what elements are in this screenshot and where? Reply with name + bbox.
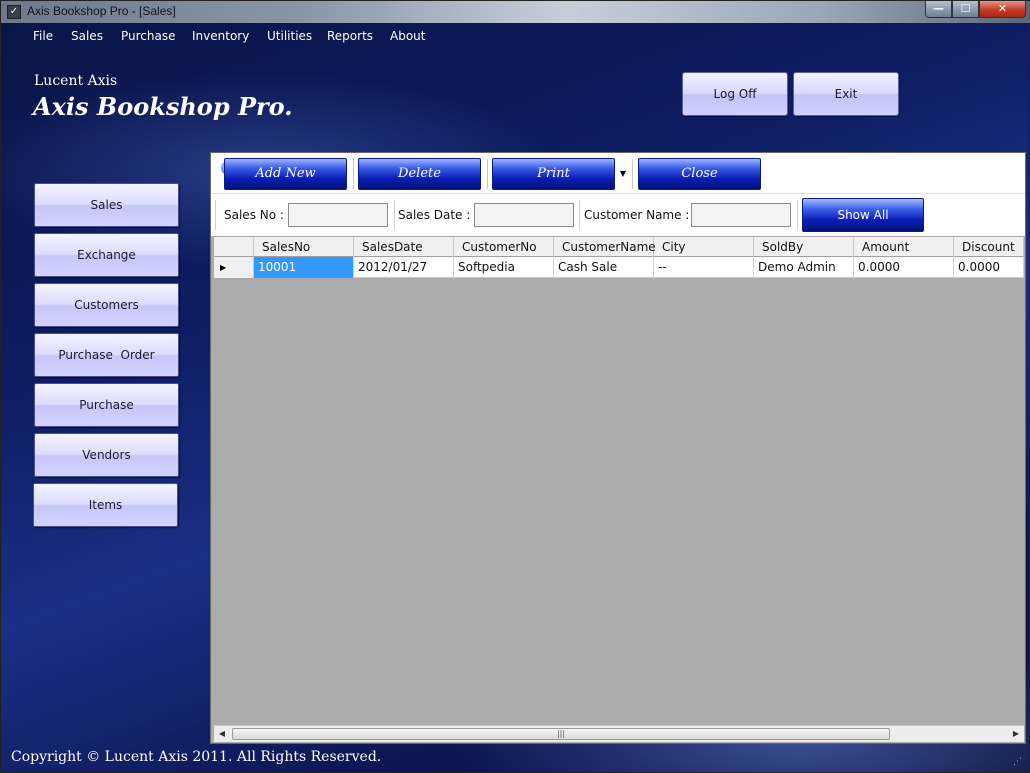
customer-name-input[interactable]	[691, 203, 791, 227]
sales-toolbar: i Add New Delete Print ▼ Close	[211, 153, 1025, 194]
sales-no-label: Sales No :	[224, 208, 284, 222]
cell-amount[interactable]: 0.0000	[854, 257, 954, 278]
sidebar-item-vendors[interactable]: Vendors	[34, 433, 179, 477]
cell-discount[interactable]: 0.0000	[954, 257, 1024, 278]
title-bar: ✓ Axis Bookshop Pro - [Sales] — ☐ ✕	[1, 1, 1030, 23]
filter-separator	[394, 200, 395, 230]
menu-file[interactable]: File	[33, 29, 53, 43]
sales-date-input[interactable]	[474, 203, 574, 227]
exit-button[interactable]: Exit	[793, 72, 899, 116]
sidebar-item-purchase-order[interactable]: Purchase Order	[34, 333, 179, 377]
menu-inventory[interactable]: Inventory	[192, 29, 249, 43]
customer-name-label: Customer Name :	[584, 208, 690, 222]
sidebar-item-sales[interactable]: Sales	[34, 183, 179, 227]
column-header-city[interactable]: City	[654, 237, 754, 257]
filter-separator	[579, 200, 580, 230]
cell-city[interactable]: --	[654, 257, 754, 278]
menu-about[interactable]: About	[390, 29, 425, 43]
filter-separator	[215, 200, 216, 230]
column-header-salesdate[interactable]: SalesDate	[354, 237, 454, 257]
cell-soldby[interactable]: Demo Admin	[754, 257, 854, 278]
log-off-button[interactable]: Log Off	[682, 72, 788, 116]
scroll-left-icon[interactable]: ◀	[214, 726, 230, 742]
sales-panel: i Add New Delete Print ▼ Close Sales No …	[210, 152, 1026, 744]
column-header-salesno[interactable]: SalesNo	[254, 237, 354, 257]
grid-corner	[214, 237, 254, 257]
delete-button[interactable]: Delete	[358, 158, 481, 190]
minimize-button[interactable]: —	[925, 1, 952, 18]
sidebar-item-exchange[interactable]: Exchange	[34, 233, 179, 277]
scrollbar-thumb[interactable]: |||	[232, 728, 890, 740]
add-new-button[interactable]: Add New	[224, 158, 347, 190]
scroll-right-icon[interactable]: ▶	[1008, 726, 1024, 742]
sales-no-input[interactable]	[288, 203, 388, 227]
grid-header: SalesNo SalesDate CustomerNo CustomerNam…	[214, 237, 1024, 257]
cell-salesno[interactable]: 10001	[254, 257, 354, 278]
filter-bar: Sales No : Sales Date : Customer Name : …	[211, 194, 1025, 236]
print-button[interactable]: Print	[492, 158, 615, 190]
sidebar-item-purchase[interactable]: Purchase	[34, 383, 179, 427]
row-indicator-icon[interactable]: ▶	[214, 257, 254, 278]
resize-grip-icon[interactable]: ⋰	[1013, 757, 1027, 771]
sales-date-label: Sales Date :	[398, 208, 471, 222]
app-window: ✓ Axis Bookshop Pro - [Sales] — ☐ ✕ File…	[0, 0, 1030, 773]
menu-reports[interactable]: Reports	[327, 29, 373, 43]
menu-utilities[interactable]: Utilities	[267, 29, 312, 43]
maximize-button[interactable]: ☐	[952, 1, 979, 18]
brand-product: Axis Bookshop Pro.	[33, 92, 293, 121]
column-header-soldby[interactable]: SoldBy	[754, 237, 854, 257]
cell-salesdate[interactable]: 2012/01/27	[354, 257, 454, 278]
close-window-button[interactable]: ✕	[979, 1, 1026, 18]
app-icon: ✓	[7, 5, 21, 19]
menu-purchase[interactable]: Purchase	[121, 29, 176, 43]
horizontal-scrollbar[interactable]: ◀ ||| ▶	[214, 725, 1024, 742]
column-header-customername[interactable]: CustomerName	[554, 237, 656, 257]
filter-separator	[797, 200, 798, 230]
toolbar-separator	[487, 159, 488, 189]
column-header-discount[interactable]: Discount	[954, 237, 1024, 257]
close-button[interactable]: Close	[638, 158, 761, 190]
toolbar-separator	[353, 159, 354, 189]
sidebar-item-customers[interactable]: Customers	[34, 283, 179, 327]
brand-company: Lucent Axis	[34, 73, 118, 89]
menu-sales[interactable]: Sales	[71, 29, 103, 43]
column-header-customerno[interactable]: CustomerNo	[454, 237, 554, 257]
print-dropdown-arrow-icon[interactable]: ▼	[617, 158, 629, 190]
cell-customerno[interactable]: Softpedia	[454, 257, 554, 278]
window-title: Axis Bookshop Pro - [Sales]	[27, 4, 176, 18]
show-all-button[interactable]: Show All	[802, 198, 924, 232]
table-row[interactable]: ▶ 10001 2012/01/27 Softpedia Cash Sale -…	[214, 257, 1024, 278]
sidebar-item-items[interactable]: Items	[33, 483, 178, 527]
cell-customername[interactable]: Cash Sale	[554, 257, 654, 278]
column-header-amount[interactable]: Amount	[854, 237, 954, 257]
toolbar-separator	[632, 159, 633, 189]
copyright-footer: Copyright © Lucent Axis 2011. All Rights…	[11, 749, 382, 765]
